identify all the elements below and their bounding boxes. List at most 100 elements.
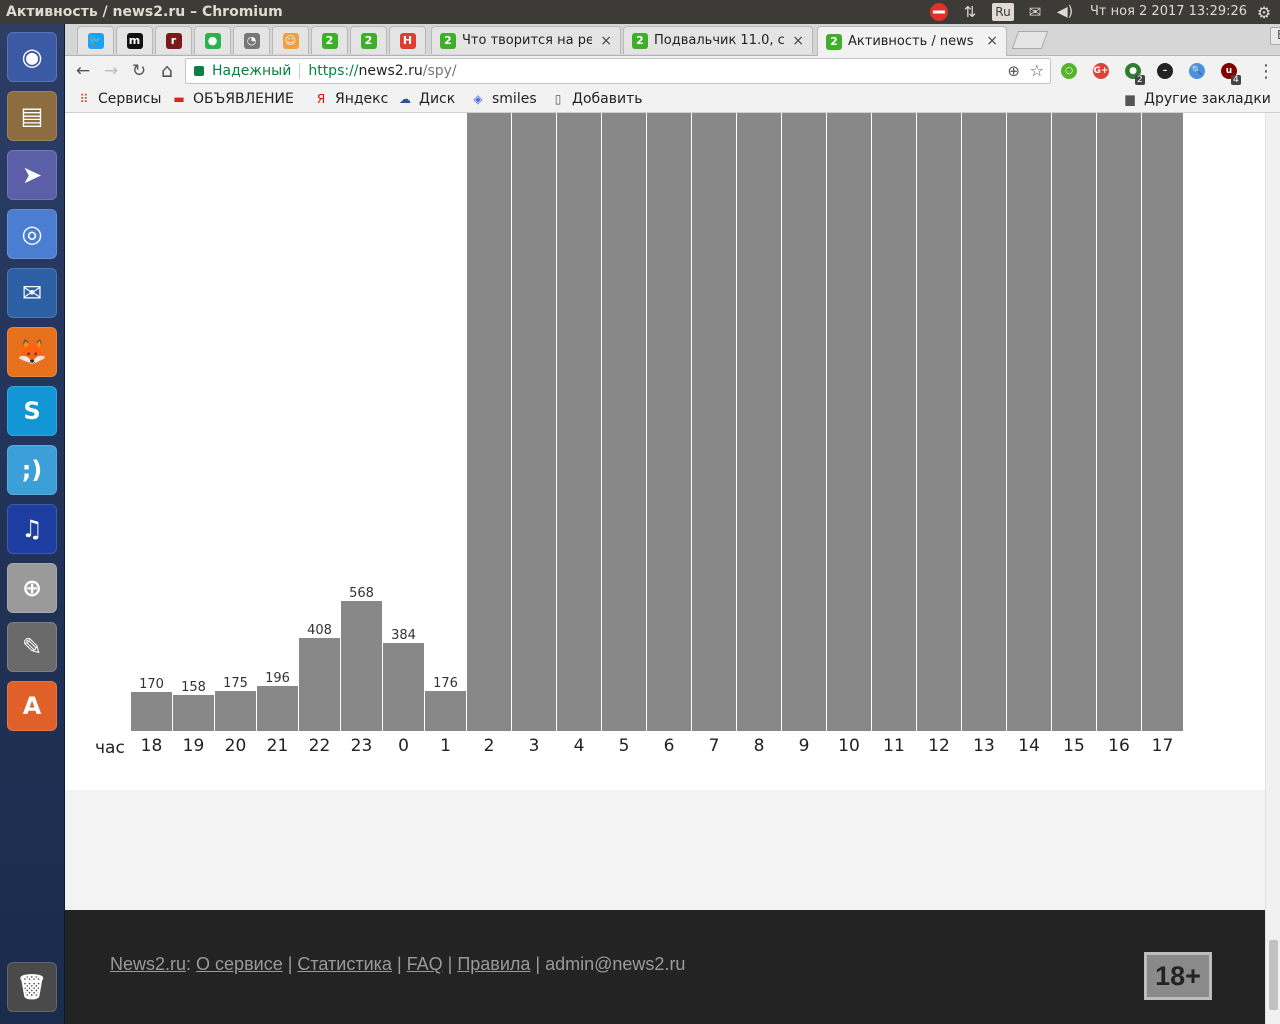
mail-envelope-icon[interactable]: ✉ <box>1025 3 1045 21</box>
bookmark-item[interactable]: ▬ ОБЪЯВЛЕНИЕ <box>172 91 294 107</box>
pinned-tab[interactable]: ☺ <box>272 26 309 54</box>
chart-bar <box>467 113 511 731</box>
zoom-icon[interactable]: ⊕ <box>1007 62 1020 80</box>
bookmark-item[interactable]: ⠿ Сервисы <box>77 91 162 107</box>
pinned-tab[interactable]: r <box>155 26 192 54</box>
extension-minus-icon[interactable]: – <box>1157 63 1173 79</box>
x-tick-label: 11 <box>883 736 905 756</box>
bookmark-item[interactable]: ☁ Диск <box>398 91 455 107</box>
settings-gear-icon[interactable]: ⚙ <box>1254 3 1274 22</box>
home-icon[interactable]: ⌂ <box>156 60 178 82</box>
chart-bar <box>1097 113 1141 731</box>
thunderbird-icon[interactable]: ✉ <box>7 268 57 318</box>
x-tick-label: 5 <box>619 736 630 756</box>
footer-link-about[interactable]: О сервисе <box>196 954 283 974</box>
profile-button[interactable]: Валерий <box>1270 27 1280 45</box>
system-tools-icon[interactable]: ✎ <box>7 622 57 672</box>
other-bookmarks[interactable]: ▆ Другие закладки <box>1123 91 1271 107</box>
chromium-icon[interactable]: ◎ <box>7 209 57 259</box>
scrollbar-thumb[interactable] <box>1269 940 1278 1010</box>
pinned-tab[interactable]: 2 <box>311 26 348 54</box>
apps-grid-icon: ⠿ <box>79 92 89 106</box>
extension-magnifier-icon[interactable]: 🔍 <box>1189 63 1205 79</box>
close-icon[interactable]: × <box>986 33 998 49</box>
other-bookmarks-label: Другие закладки <box>1144 91 1271 107</box>
bar-value-label: 170 <box>139 677 164 692</box>
x-tick-label: 1 <box>440 736 451 756</box>
chart-bar <box>737 113 781 731</box>
x-tick-label: 15 <box>1063 736 1085 756</box>
trash-icon[interactable]: 🗑 <box>7 962 57 1012</box>
bookmark-item[interactable]: ◈ smiles <box>471 91 536 107</box>
bar-value-label: 568 <box>349 586 374 601</box>
page-scrollbar[interactable] <box>1265 113 1280 1024</box>
x-tick-label: 12 <box>928 736 950 756</box>
x-tick-label: 22 <box>309 736 331 756</box>
launcher: ◉ ▤ ➤ ◎ ✉ 🦊 S;) ♫ ⊕ ✎ A 🗑 <box>0 24 65 1024</box>
close-icon[interactable]: × <box>600 33 612 49</box>
footer-link-home[interactable]: News2.ru <box>110 954 186 974</box>
footer-colon: : <box>186 954 197 974</box>
chart-bar <box>557 113 601 731</box>
pinned-tab[interactable]: 2 <box>350 26 387 54</box>
menu-icon[interactable]: ⋮ <box>1255 60 1277 82</box>
x-tick-label: 13 <box>973 736 995 756</box>
clock[interactable]: Чт ноя 2 2017 13:29:26 <box>1090 4 1247 19</box>
tab-label: Что творится на ре <box>462 33 592 48</box>
bookmark-label: Добавить <box>572 91 643 107</box>
x-tick-label: 20 <box>225 736 247 756</box>
tab[interactable]: 2 Активность / news × <box>817 26 1007 56</box>
forward-arrow-icon[interactable]: → <box>100 60 122 82</box>
footer-link-stats[interactable]: Статистика <box>297 954 392 974</box>
bar-value-label: 384 <box>391 628 416 643</box>
chat-bubble-icon[interactable]: ;) <box>7 445 57 495</box>
screenshot-crosshair-icon[interactable]: ⊕ <box>7 563 57 613</box>
bookmark-item[interactable]: ▯ Добавить <box>551 91 643 107</box>
tab-strip: 🐦 m r ● ◔ ☺ 2 2 H 2 Что творится на ре × 2 Подвальчи… <box>65 24 1280 56</box>
footer-link-faq[interactable]: FAQ <box>407 954 443 974</box>
ubuntu-dash-icon[interactable]: ◉ <box>7 32 57 82</box>
pinned-tab[interactable]: ◔ <box>233 26 270 54</box>
tab[interactable]: 2 Подвальчик 11.0, с × <box>623 26 813 54</box>
firefox-icon[interactable]: 🦊 <box>7 327 57 377</box>
pinned-tab[interactable]: ● <box>194 26 231 54</box>
cursor-window-icon[interactable]: ➤ <box>7 150 57 200</box>
new-tab-button[interactable] <box>1011 31 1049 49</box>
window-title: Активность / news2.ru – Chromium <box>6 4 283 20</box>
chart-bar <box>692 113 736 731</box>
tab[interactable]: 2 Что творится на ре × <box>431 26 621 54</box>
bookmark-label: Диск <box>419 91 456 107</box>
yandex-icon: Я <box>316 92 326 106</box>
x-tick-label: 9 <box>799 736 810 756</box>
bookmark-item[interactable]: Я Яндекс <box>314 91 389 107</box>
smiles-icon: ◈ <box>473 92 483 106</box>
bar-value-label: 175 <box>223 676 248 691</box>
extension-green-circle-icon[interactable]: ○ <box>1061 63 1077 79</box>
url-scheme: https:// <box>308 63 359 79</box>
address-bar[interactable]: Надежный https://news2.ru/spy/ ⊕ ☆ <box>185 58 1051 84</box>
footer-link-rules[interactable]: Правила <box>457 954 530 974</box>
chart-bar <box>383 643 424 731</box>
pinned-tab[interactable]: H <box>389 26 426 54</box>
x-tick-label: 10 <box>838 736 860 756</box>
disk-icon: ☁ <box>399 92 411 106</box>
software-center-icon[interactable]: A <box>7 681 57 731</box>
bookmark-star-icon[interactable]: ☆ <box>1030 61 1044 80</box>
chart-bar <box>131 692 172 731</box>
back-arrow-icon[interactable]: ← <box>72 60 94 82</box>
network-arrows-icon[interactable]: ⇅ <box>960 3 980 21</box>
keyboard-layout-icon[interactable]: Ru <box>992 3 1014 21</box>
reload-icon[interactable]: ↻ <box>128 60 150 82</box>
audacity-icon[interactable]: ♫ <box>7 504 57 554</box>
volume-icon[interactable]: ◀) <box>1055 3 1075 21</box>
close-icon[interactable]: × <box>792 33 804 49</box>
pinned-tab[interactable]: 🐦 <box>77 26 114 54</box>
files-cabinet-icon[interactable]: ▤ <box>7 91 57 141</box>
do-not-disturb-icon[interactable] <box>928 3 950 21</box>
skype-icon[interactable]: S <box>7 386 57 436</box>
pinned-tab[interactable]: m <box>116 26 153 54</box>
bookmark-label: ОБЪЯВЛЕНИЕ <box>193 91 294 107</box>
system-top-bar: Активность / news2.ru – Chromium ⇅ Ru ✉ … <box>0 0 1280 24</box>
chart-bar <box>1007 113 1051 731</box>
extension-google-plus-icon[interactable]: G+ <box>1093 63 1109 79</box>
